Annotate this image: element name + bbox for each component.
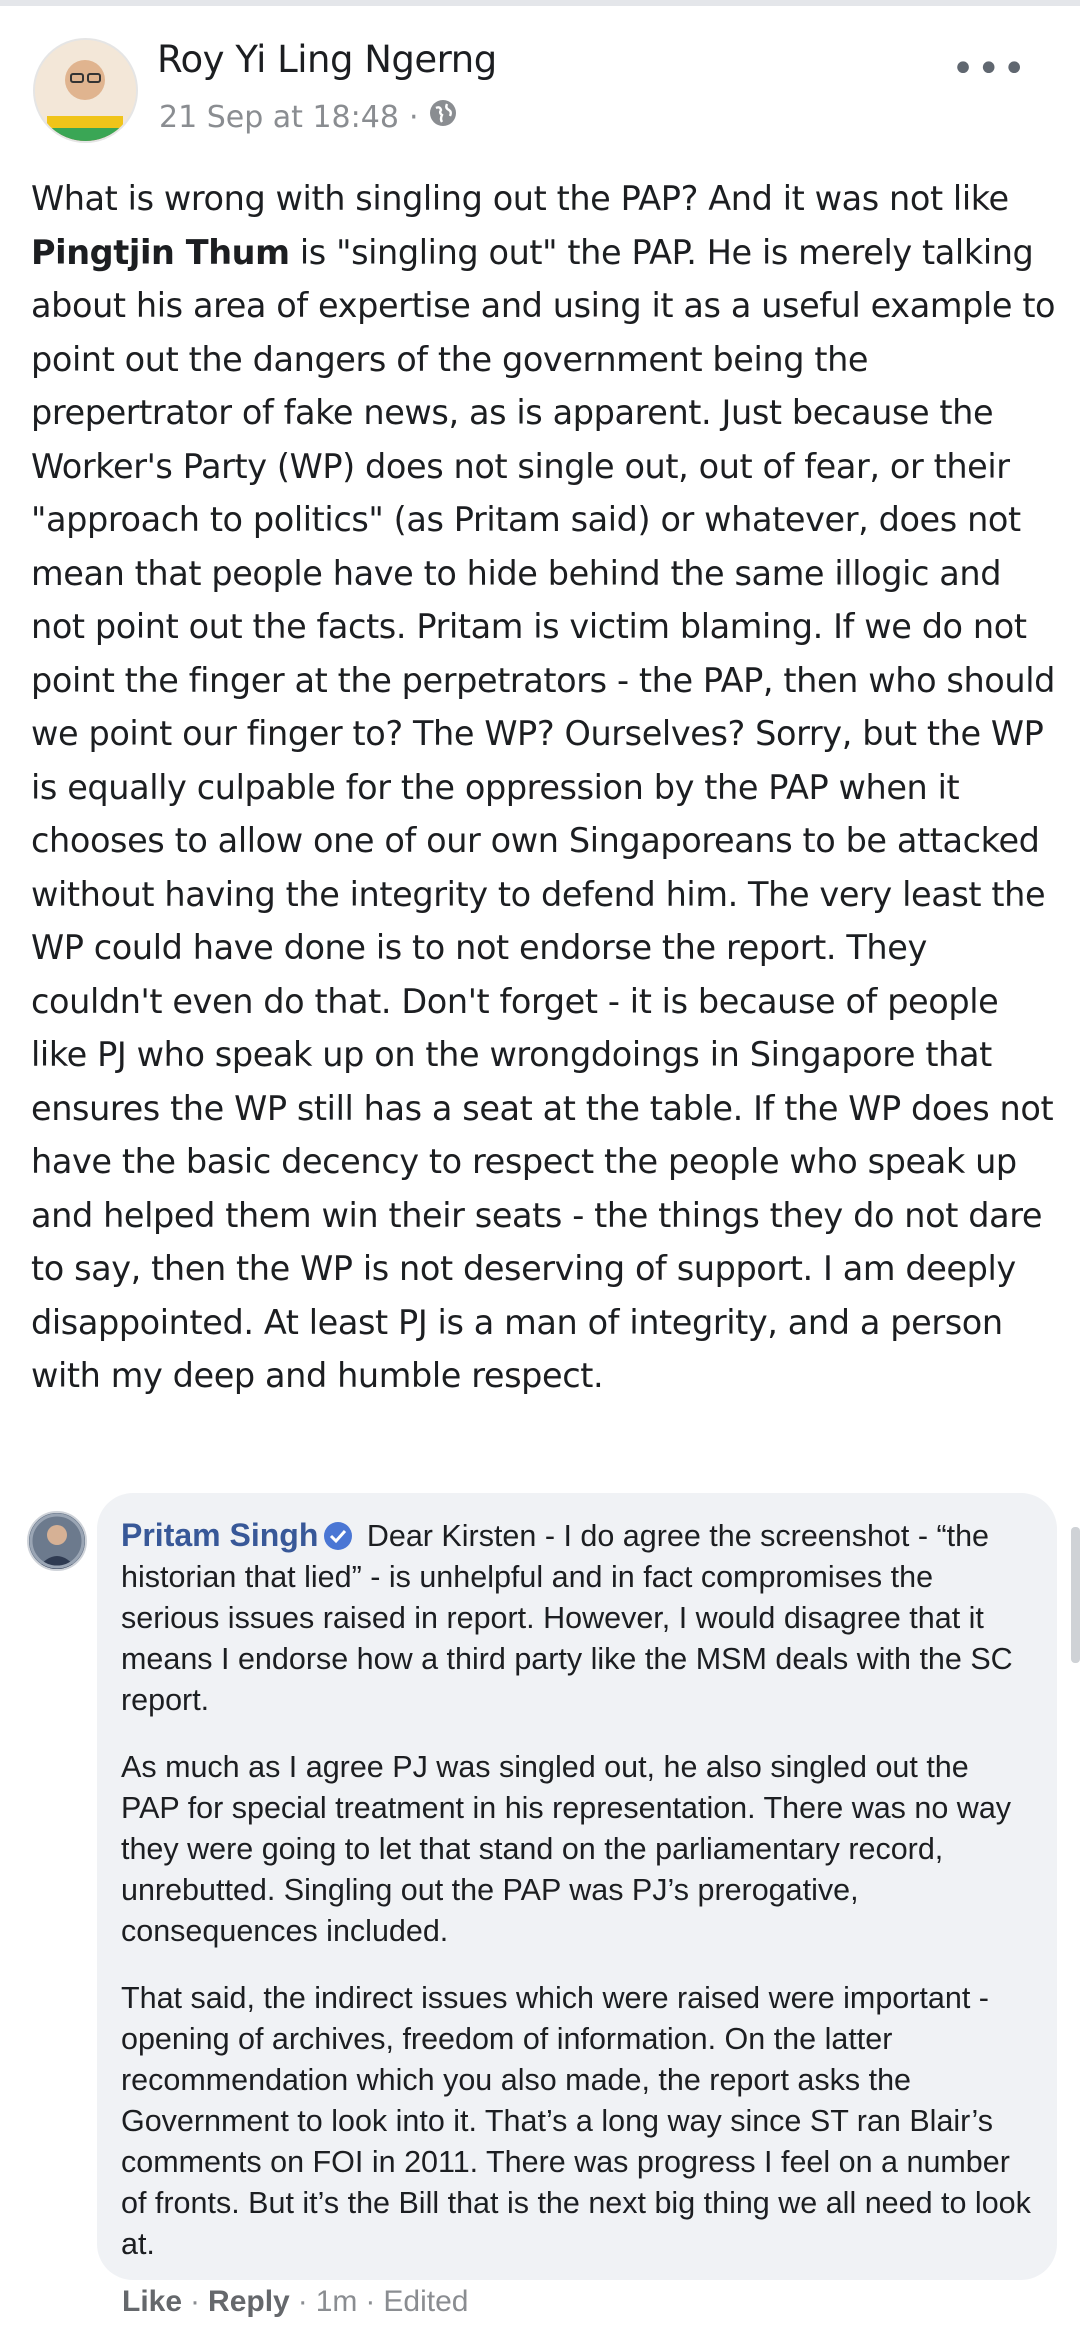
post-timestamp[interactable]: 21 Sep at 18:48	[159, 100, 399, 135]
author-avatar[interactable]	[33, 38, 138, 143]
post-text: What is wrong with singling out the PAP?…	[31, 172, 1061, 1403]
post-text-part-1: What is wrong with singling out the PAP?…	[31, 179, 1009, 218]
commenter-avatar[interactable]	[27, 1511, 87, 1571]
comment-paragraph-3: That said, the indirect issues which wer…	[121, 1981, 1031, 2261]
edited-label[interactable]: Edited	[383, 2285, 468, 2319]
action-separator: ·	[190, 2285, 201, 2318]
meta-separator: ·	[408, 99, 419, 135]
post-text-part-2: is "singling out" the PAP. He is merely …	[31, 232, 1056, 1396]
reply-button[interactable]: Reply	[208, 2285, 290, 2319]
globe-icon	[428, 98, 458, 136]
more-options-icon[interactable]: •••	[951, 46, 1028, 92]
scrollbar-thumb[interactable]	[1071, 1527, 1080, 1663]
action-separator: ·	[365, 2285, 376, 2318]
like-button[interactable]: Like	[122, 2285, 182, 2319]
verified-badge-icon	[324, 1522, 353, 1550]
comment-paragraph-2: As much as I agree PJ was singled out, h…	[121, 1750, 1012, 1948]
post-meta: 21 Sep at 18:48 ·	[159, 98, 458, 136]
comment-time[interactable]: 1m	[316, 2285, 358, 2319]
action-separator: ·	[297, 2285, 308, 2318]
commenter-name[interactable]: Pritam Singh	[121, 1517, 318, 1553]
mention-link[interactable]: Pingtjin Thum	[31, 233, 290, 272]
top-bar	[0, 0, 1080, 6]
comment-bubble: Pritam Singh Dear Kirsten - I do agree t…	[97, 1493, 1057, 2280]
comment-actions: Like · Reply · 1m · Edited	[122, 2280, 469, 2324]
post-author-name[interactable]: Roy Yi Ling Ngerng	[157, 38, 497, 81]
comment-paragraph-1: Pritam Singh Dear Kirsten - I do agree t…	[121, 1515, 1035, 1721]
